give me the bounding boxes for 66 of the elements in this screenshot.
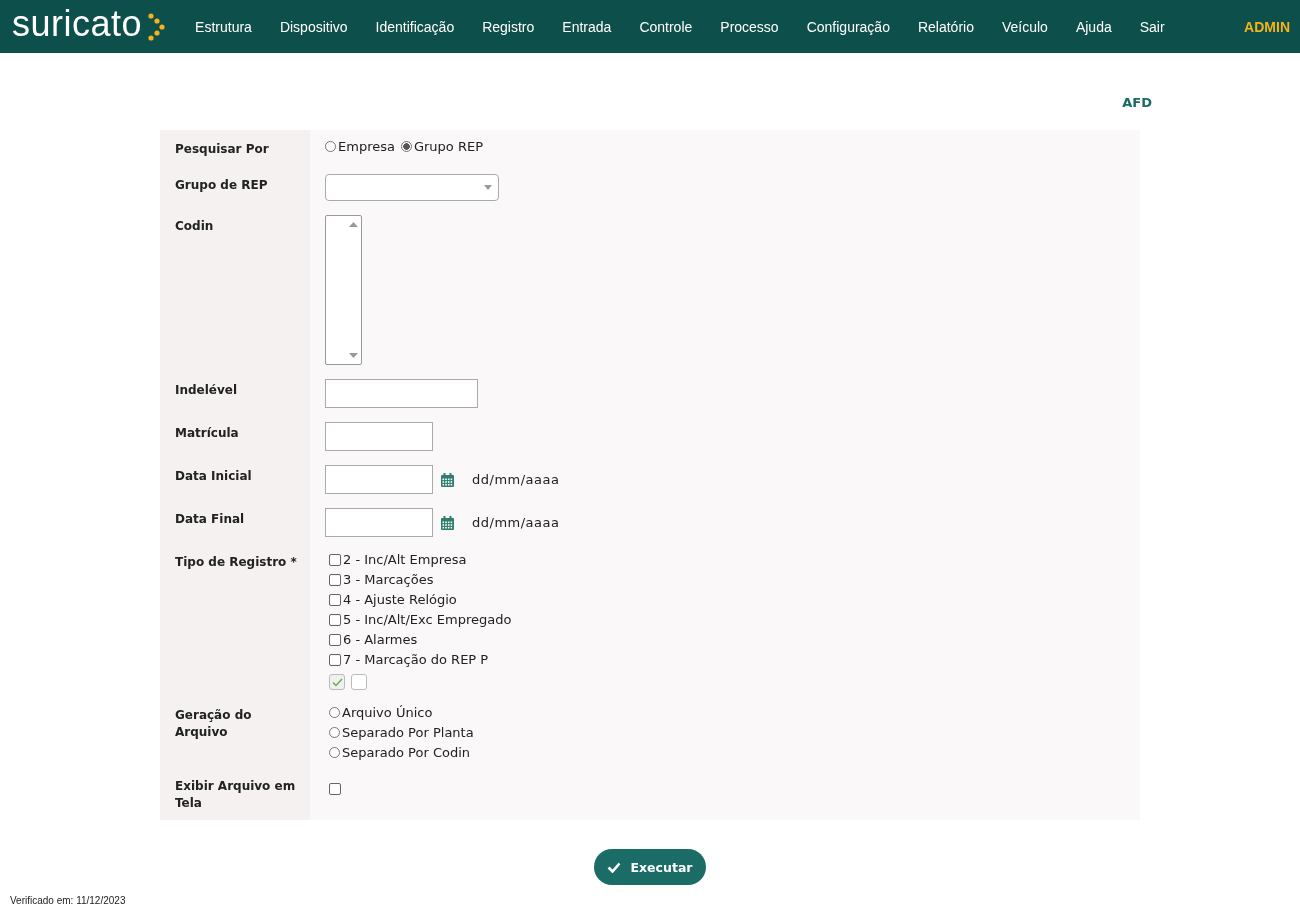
field-label: Pesquisar Por	[160, 130, 310, 166]
calendar-icon[interactable]	[441, 472, 454, 487]
scroll-down-icon[interactable]	[349, 353, 358, 358]
field-label: Grupo de REP	[160, 166, 310, 207]
radio-button[interactable]	[329, 707, 340, 718]
radio-button[interactable]	[325, 141, 336, 152]
menu-item[interactable]: Configuração	[792, 18, 904, 35]
radio-button[interactable]	[329, 727, 340, 738]
checkbox-label: 4 - Ajuste Relógio	[343, 591, 457, 608]
date-field[interactable]	[325, 508, 433, 537]
menu-item[interactable]: Registro	[468, 18, 549, 35]
logo[interactable]: suricato	[12, 11, 166, 42]
date-format-hint: dd/mm/aaaa	[472, 515, 560, 530]
checkbox-label: 5 - Inc/Alt/Exc Empregado	[343, 611, 512, 628]
checkbox[interactable]	[329, 783, 341, 795]
field-label: Data Final	[160, 500, 310, 543]
menu-item[interactable]: Estrutura	[181, 18, 266, 35]
field-label: Geração do Arquivo	[160, 696, 310, 767]
checkbox-label: 6 - Alarmes	[343, 631, 418, 648]
option-label: Empresa	[338, 138, 395, 155]
clear-all-toggle[interactable]	[351, 674, 367, 690]
menu-item[interactable]: Processo	[706, 18, 793, 35]
dropdown[interactable]	[325, 174, 499, 201]
field-label: Exibir Arquivo em Tela	[160, 767, 310, 820]
menu-item[interactable]: Controle	[625, 18, 707, 35]
menu-item[interactable]: Sair	[1125, 18, 1179, 35]
calendar-icon[interactable]	[441, 515, 454, 530]
list-box[interactable]	[325, 215, 362, 365]
date-format-hint: dd/mm/aaaa	[472, 472, 560, 487]
field-label: Data Inicial	[160, 457, 310, 500]
check-icon	[606, 861, 621, 873]
execute-button[interactable]: Executar	[593, 849, 707, 885]
menu-item[interactable]: Ajuda	[1061, 18, 1126, 35]
checkbox[interactable]	[329, 633, 341, 646]
option-label: Arquivo Único	[342, 704, 433, 721]
menu-item[interactable]: Identificação	[361, 18, 469, 35]
field-label: Matrícula	[160, 414, 310, 457]
menu-item[interactable]: Relatório	[903, 18, 988, 35]
scroll-up-icon[interactable]	[349, 222, 358, 227]
field-label: Tipo de Registro *	[160, 543, 310, 696]
checkbox-label: 3 - Marcações	[343, 571, 434, 588]
caret-icon	[484, 185, 492, 190]
menu-item[interactable]: Entrada	[548, 18, 626, 35]
checkbox[interactable]	[329, 573, 341, 586]
radio-button[interactable]	[329, 747, 340, 758]
checkbox[interactable]	[329, 613, 341, 626]
checkbox[interactable]	[329, 593, 341, 606]
field-label: Indelével	[160, 371, 310, 414]
verification-date: Verificado em: 11/12/2023	[10, 895, 126, 906]
field-label: Codin	[160, 207, 310, 371]
input-field[interactable]	[325, 379, 478, 408]
date-field[interactable]	[325, 465, 433, 494]
option-label: Grupo REP	[413, 138, 484, 155]
menu-item[interactable]: Dispositivo	[265, 18, 362, 35]
menu-item[interactable]: Veículo	[987, 18, 1062, 35]
checkbox[interactable]	[329, 653, 341, 666]
checkbox-label: 2 - Inc/Alt Empresa	[343, 551, 467, 568]
checkbox-label: 7 - Marcação do REP P	[343, 651, 489, 668]
user-name[interactable]: ADMIN	[1244, 18, 1290, 35]
option-label: Separado Por Codin	[342, 744, 471, 761]
option-label: Separado Por Planta	[342, 724, 474, 741]
page-title: AFD	[1122, 95, 1152, 110]
select-all-toggle[interactable]	[329, 674, 345, 690]
input-field[interactable]	[325, 422, 433, 451]
checkbox[interactable]	[329, 553, 341, 566]
radio-button[interactable]	[400, 141, 412, 152]
